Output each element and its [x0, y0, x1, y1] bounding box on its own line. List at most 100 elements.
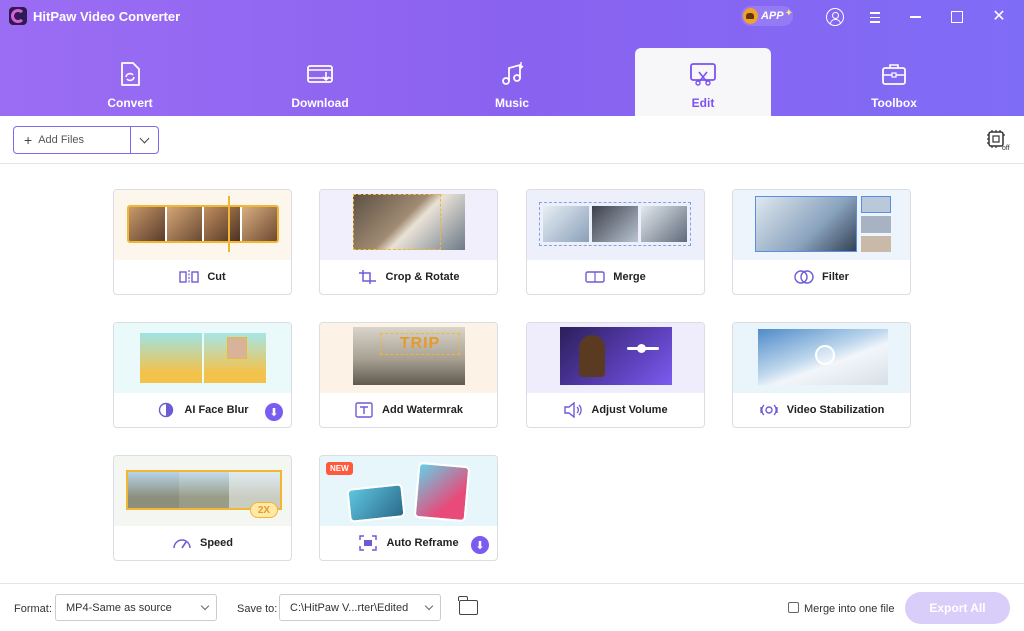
tool-label: Crop & Rotate [385, 271, 460, 283]
tool-card-auto-reframe[interactable]: NEW Auto Reframe ⬇ [319, 455, 498, 561]
tool-caption: Add Watermrak [320, 393, 497, 427]
footer: Format: MP4-Same as source Save to: C:\H… [0, 583, 1024, 631]
tool-card-cut[interactable]: Cut [113, 189, 292, 295]
tool-caption: Speed [114, 526, 291, 560]
tab-convert[interactable]: Convert [62, 48, 198, 116]
crop-icon [358, 270, 376, 284]
face-blur-thumbnail [114, 323, 291, 393]
tab-toolbox[interactable]: Toolbox [826, 48, 962, 116]
format-select[interactable]: MP4-Same as source [55, 594, 217, 621]
tool-caption: Merge [527, 260, 704, 294]
chevron-down-icon [424, 601, 434, 611]
tool-card-add-watermark[interactable]: TRIP Add Watermrak [319, 322, 498, 428]
music-icon [502, 62, 524, 85]
tool-label: Add Watermrak [382, 404, 463, 416]
tool-card-crop-rotate[interactable]: Crop & Rotate [319, 189, 498, 295]
stabilization-icon [760, 404, 778, 416]
maximize-icon[interactable] [948, 8, 966, 26]
add-files-label: Add Files [38, 134, 85, 146]
tool-label: Speed [199, 537, 233, 549]
sparkle-icon: ✦ [784, 7, 793, 19]
cut-thumbnail [114, 190, 291, 260]
reframe-thumbnail: NEW [320, 456, 497, 526]
stabilization-thumbnail [733, 323, 910, 393]
volume-icon [564, 402, 583, 418]
tool-label: Merge [613, 271, 646, 283]
app-badge-label: APP [760, 10, 784, 22]
plus-icon: + [24, 132, 33, 148]
close-icon[interactable]: ✕ [990, 8, 1008, 26]
merge-label: Merge into one file [804, 603, 895, 615]
volume-thumbnail [527, 323, 704, 393]
new-badge: NEW [326, 462, 353, 475]
cut-icon [179, 270, 200, 284]
tab-label: Edit [691, 96, 715, 110]
tool-caption: Filter [733, 260, 910, 294]
watermark-sample-text: TRIP [399, 335, 441, 352]
tool-card-speed[interactable]: 2X Speed [113, 455, 292, 561]
format-label: Format: [14, 603, 52, 615]
tab-label: Music [494, 96, 529, 110]
add-files-button[interactable]: + Add Files [14, 127, 131, 153]
tab-label: Toolbox [871, 96, 917, 110]
app-download-badge[interactable]: APP ✦ [741, 6, 793, 26]
app-title: HitPaw Video Converter [33, 9, 181, 24]
hardware-acceleration-icon[interactable]: off [986, 129, 1010, 151]
export-all-button[interactable]: Export All [905, 592, 1010, 624]
tool-label: Filter [822, 271, 849, 283]
minimize-icon[interactable] [906, 8, 924, 26]
tool-label: Video Stabilization [786, 404, 885, 416]
tool-label: Cut [207, 271, 226, 283]
title-bar: HitPaw Video Converter APP ✦ ✕ [0, 0, 1024, 34]
download-icon[interactable]: ⬇ [471, 536, 489, 554]
filter-icon [794, 270, 814, 284]
tool-label: Auto Reframe [386, 537, 459, 549]
tool-card-filter[interactable]: Filter [732, 189, 911, 295]
tool-card-adjust-volume[interactable]: Adjust Volume [526, 322, 705, 428]
tool-caption: Cut [114, 260, 291, 294]
reframe-icon [359, 535, 378, 551]
add-files-dropdown[interactable] [131, 127, 158, 153]
folder-icon[interactable] [458, 596, 478, 615]
tab-edit[interactable]: Edit [635, 48, 771, 116]
watermark-icon [355, 402, 373, 418]
tab-music[interactable]: Music [444, 48, 580, 116]
speed-icon [173, 539, 191, 549]
edit-icon [690, 63, 716, 86]
toolbar: + Add Files off [0, 116, 1024, 164]
tab-label: Convert [107, 96, 153, 110]
face-blur-icon [159, 402, 174, 418]
speed-badge: 2X [250, 502, 278, 518]
crop-thumbnail [320, 190, 497, 260]
chevron-down-icon [200, 601, 210, 611]
tool-card-video-stabilization[interactable]: Video Stabilization [732, 322, 911, 428]
download-icon [307, 65, 333, 83]
format-value: MP4-Same as source [66, 601, 172, 614]
merge-thumbnail [527, 190, 704, 260]
header: HitPaw Video Converter APP ✦ ✕ Convert D… [0, 0, 1024, 116]
watermark-thumbnail: TRIP [320, 323, 497, 393]
save-to-value: C:\HitPaw V...rter\Edited [290, 601, 409, 614]
user-account-icon[interactable] [826, 8, 844, 26]
speed-thumbnail: 2X [114, 456, 291, 526]
toolbox-icon [882, 64, 906, 85]
menu-icon[interactable] [866, 8, 884, 26]
save-to-select[interactable]: C:\HitPaw V...rter\Edited [279, 594, 441, 621]
save-to-label: Save to: [237, 603, 278, 615]
tab-download[interactable]: Download [252, 48, 388, 116]
tool-card-merge[interactable]: Merge [526, 189, 705, 295]
tool-caption: Video Stabilization [733, 393, 910, 427]
edit-tools-panel: Cut Crop & Rotate Merge Filter AI Face B… [0, 164, 1024, 583]
android-icon [743, 8, 758, 24]
download-icon[interactable]: ⬇ [265, 403, 283, 421]
tool-label: Adjust Volume [591, 404, 668, 416]
merge-checkbox[interactable] [788, 602, 799, 613]
svg-text:off: off [1002, 145, 1010, 151]
tool-caption: Crop & Rotate [320, 260, 497, 294]
tool-label: AI Face Blur [184, 404, 249, 416]
tool-caption: Adjust Volume [527, 393, 704, 427]
tool-card-ai-face-blur[interactable]: AI Face Blur ⬇ [113, 322, 292, 428]
filter-thumbnail [733, 190, 910, 260]
merge-icon [585, 271, 605, 283]
convert-icon [121, 62, 140, 86]
